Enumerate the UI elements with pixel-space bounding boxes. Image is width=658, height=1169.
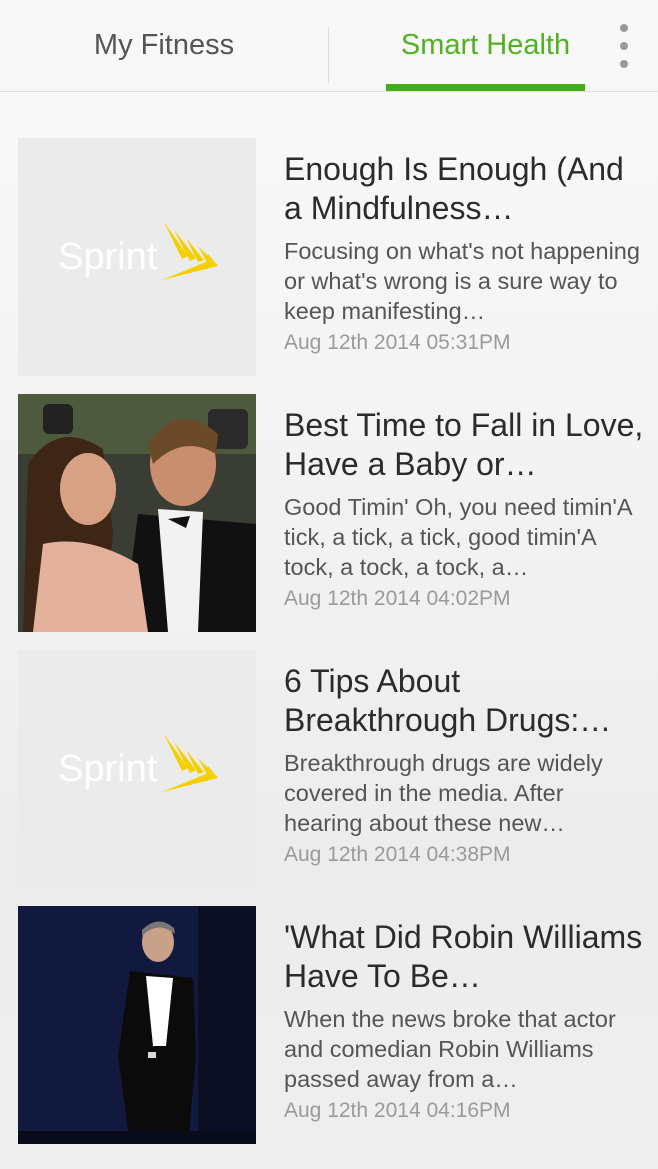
man-on-stage-photo-image [18,906,256,1144]
article-item[interactable]: Best Time to Fall in Love, Have a Baby o… [0,394,658,632]
article-snippet: Good Timin' Oh, you need timin'A tick, a… [284,494,632,580]
article-item[interactable]: 'What Did Robin Williams Have To Be… Whe… [0,906,658,1144]
article-title: Best Time to Fall in Love, Have a Baby o… [284,407,644,482]
tab-smart-health[interactable]: Smart Health [386,0,585,91]
sprint-placeholder-image: Sprint [18,650,256,888]
article-date: Aug 12th 2014 04:38PM [284,843,511,866]
article-snippet: When the news broke that actor and comed… [284,1006,616,1092]
article-title: 'What Did Robin Williams Have To Be… [284,919,643,994]
article-item[interactable]: Sprint 6 Tips About Breakthrough Drugs:…… [0,650,658,888]
overflow-menu-icon[interactable] [604,24,644,68]
tab-my-fitness[interactable]: My Fitness [0,0,328,91]
sprint-logo-text: Sprint [58,748,158,790]
article-snippet: Focusing on what's not happening or what… [284,238,640,324]
article-item[interactable]: Sprint Enough Is Enough (And a Mindfulne… [0,138,658,376]
article-snippet: Breakthrough drugs are widely covered in… [284,750,603,836]
sprint-logo-icon [162,734,218,792]
sprint-logo-icon [162,222,218,280]
tab-my-fitness-label: My Fitness [93,29,235,61]
article-date: Aug 12th 2014 05:31PM [284,331,511,354]
article-title: 6 Tips About Breakthrough Drugs:… [284,663,612,738]
sprint-logo-text: Sprint [58,236,158,278]
tab-bar: My Fitness Smart Health [0,0,658,92]
tab-smart-health-label: Smart Health [400,29,571,61]
couple-photo-image [18,394,256,632]
sprint-placeholder-image: Sprint [18,138,256,376]
active-tab-indicator [386,84,585,91]
article-date: Aug 12th 2014 04:16PM [284,1099,511,1122]
article-date: Aug 12th 2014 04:02PM [284,587,511,610]
tab-divider [328,27,329,83]
article-title: Enough Is Enough (And a Mindfulness… [284,151,624,226]
